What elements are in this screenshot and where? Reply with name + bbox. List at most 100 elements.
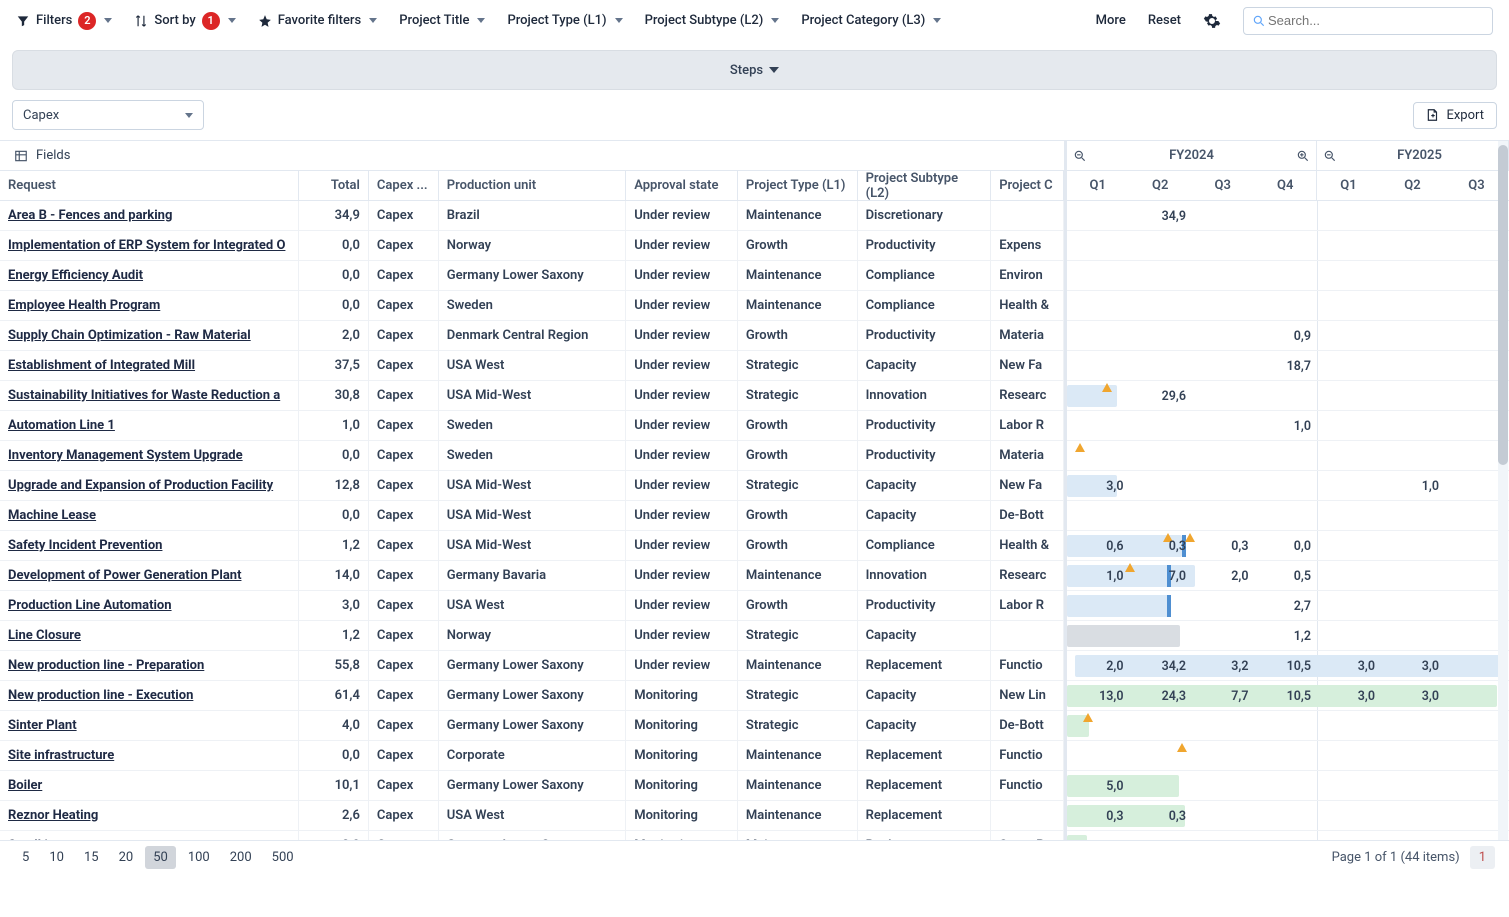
col-capex[interactable]: Capex ...: [369, 171, 439, 200]
request-link[interactable]: Automation Line 1: [8, 418, 115, 433]
search-input-wrap[interactable]: [1243, 7, 1493, 35]
chevron-down-icon: [933, 18, 941, 23]
table-row: Reznor Heating2,6CapexUSA WestMonitoring…: [0, 801, 1064, 831]
page-size-option[interactable]: 200: [222, 846, 260, 869]
col-total[interactable]: Total: [299, 171, 369, 200]
request-link[interactable]: Reznor Heating: [8, 808, 98, 823]
settings-button[interactable]: [1203, 12, 1221, 30]
request-link[interactable]: Machine Lease: [8, 508, 96, 523]
page-size-option[interactable]: 100: [180, 846, 218, 869]
request-link[interactable]: New production line - Execution: [8, 688, 193, 703]
cell-request: Upgrade and Expansion of Production Faci…: [0, 471, 299, 500]
request-link[interactable]: Sinter Plant: [8, 718, 77, 733]
cell-approval: Under review: [626, 561, 738, 590]
cell-approval: Under review: [626, 411, 738, 440]
request-link[interactable]: Energy Efficiency Audit: [8, 268, 143, 283]
project-category-l3-menu[interactable]: Project Category (L3): [801, 13, 941, 28]
request-link[interactable]: Supply Chain Optimization - Raw Material: [8, 328, 251, 343]
cell-l2: Productivity: [858, 321, 992, 350]
col-q5[interactable]: Q1: [1317, 171, 1381, 200]
page-size-option[interactable]: 20: [111, 846, 142, 869]
favorite-filters-menu[interactable]: Favorite filters: [258, 13, 378, 28]
more-button[interactable]: More: [1096, 13, 1126, 28]
quarter-value: 5,0: [1067, 771, 1130, 801]
col-q4[interactable]: Q4: [1255, 171, 1318, 200]
col-q3[interactable]: Q3: [1192, 171, 1255, 200]
col-l1[interactable]: Project Type (L1): [738, 171, 858, 200]
request-link[interactable]: Development of Power Generation Plant: [8, 568, 241, 583]
project-subtype-l2-menu[interactable]: Project Subtype (L2): [645, 13, 780, 28]
request-link[interactable]: New production line - Preparation: [8, 658, 204, 673]
request-link[interactable]: Production Line Automation: [8, 598, 172, 613]
col-q1[interactable]: Q1: [1067, 171, 1130, 200]
fields-button[interactable]: Fields: [0, 141, 1064, 171]
reset-button[interactable]: Reset: [1148, 13, 1181, 28]
cell-l1: Maintenance: [738, 561, 858, 590]
request-link[interactable]: Small investment: [8, 838, 110, 840]
search-icon: [1252, 14, 1266, 28]
timeline-row: 2,034,23,210,53,03,0: [1067, 651, 1509, 681]
cell-pu: Corporate: [439, 741, 626, 770]
table-row: Energy Efficiency Audit0,0CapexGermany L…: [0, 261, 1064, 291]
type-select[interactable]: Capex: [12, 100, 204, 130]
page-size-option[interactable]: 5: [14, 846, 37, 869]
col-q2[interactable]: Q2: [1130, 171, 1193, 200]
col-l2[interactable]: Project Subtype (L2): [858, 171, 992, 200]
filters-menu[interactable]: Filters 2: [16, 12, 112, 30]
cell-approval: Under review: [626, 321, 738, 350]
zoom-in-icon[interactable]: [1296, 149, 1310, 163]
cell-approval: Under review: [626, 261, 738, 290]
table-row: Machine Lease0,0CapexUSA Mid-WestUnder r…: [0, 501, 1064, 531]
steps-toggle[interactable]: Steps: [12, 50, 1497, 90]
cell-approval: Under review: [626, 471, 738, 500]
col-approval[interactable]: Approval state: [626, 171, 738, 200]
cell-l1: Growth: [738, 531, 858, 560]
page-number[interactable]: 1: [1470, 846, 1495, 869]
chevron-down-icon: [477, 18, 485, 23]
col-request[interactable]: Request: [0, 171, 299, 200]
gantt-bar[interactable]: [1067, 595, 1171, 617]
cell-total: 37,5: [299, 351, 369, 380]
cell-approval: Monitoring: [626, 741, 738, 770]
search-input[interactable]: [1266, 12, 1484, 29]
cell-l1: Growth: [738, 411, 858, 440]
cell-l2: Capacity: [858, 351, 992, 380]
timeline-row: [1067, 741, 1509, 771]
request-link[interactable]: Upgrade and Expansion of Production Faci…: [8, 478, 273, 493]
project-title-menu[interactable]: Project Title: [399, 13, 485, 28]
request-link[interactable]: Line Closure: [8, 628, 81, 643]
quarter-value: 3,0: [1067, 471, 1130, 501]
export-button[interactable]: Export: [1413, 102, 1497, 129]
col-pu[interactable]: Production unit: [439, 171, 626, 200]
cell-l3: Labor R: [991, 591, 1064, 620]
quarter-value: 0,5: [1255, 561, 1318, 591]
zoom-out-icon[interactable]: [1323, 149, 1337, 163]
request-link[interactable]: Employee Health Program: [8, 298, 160, 313]
request-link[interactable]: Implementation of ERP System for Integra…: [8, 238, 285, 253]
page-size-option[interactable]: 50: [145, 846, 176, 869]
request-link[interactable]: Sustainability Initiatives for Waste Red…: [8, 388, 280, 403]
quarter-value: 0,3: [1192, 531, 1255, 561]
scrollbar-thumb[interactable]: [1498, 145, 1508, 465]
cell-l1: Growth: [738, 231, 858, 260]
col-l3[interactable]: Project C: [991, 171, 1064, 200]
col-q6[interactable]: Q2: [1381, 171, 1445, 200]
zoom-out-icon[interactable]: [1073, 149, 1087, 163]
request-link[interactable]: Inventory Management System Upgrade: [8, 448, 243, 463]
quarter-value: 3,2: [1192, 651, 1255, 681]
request-link[interactable]: Safety Incident Prevention: [8, 538, 162, 553]
sortby-menu[interactable]: Sort by 1: [134, 12, 235, 30]
page-size-option[interactable]: 15: [76, 846, 107, 869]
page-size-option[interactable]: 10: [41, 846, 72, 869]
gantt-bar[interactable]: [1067, 625, 1180, 647]
page-size-option[interactable]: 500: [264, 846, 302, 869]
fields-label: Fields: [36, 148, 70, 163]
request-link[interactable]: Area B - Fences and parking: [8, 208, 172, 223]
request-link[interactable]: Establishment of Integrated Mill: [8, 358, 195, 373]
request-link[interactable]: Site infrastructure: [8, 748, 114, 763]
request-link[interactable]: Boiler: [8, 778, 42, 793]
gantt-bar[interactable]: [1067, 835, 1087, 840]
project-type-l1-menu[interactable]: Project Type (L1): [507, 13, 622, 28]
cell-total: 3,0: [299, 591, 369, 620]
quarter-value: 0,3: [1130, 531, 1193, 561]
